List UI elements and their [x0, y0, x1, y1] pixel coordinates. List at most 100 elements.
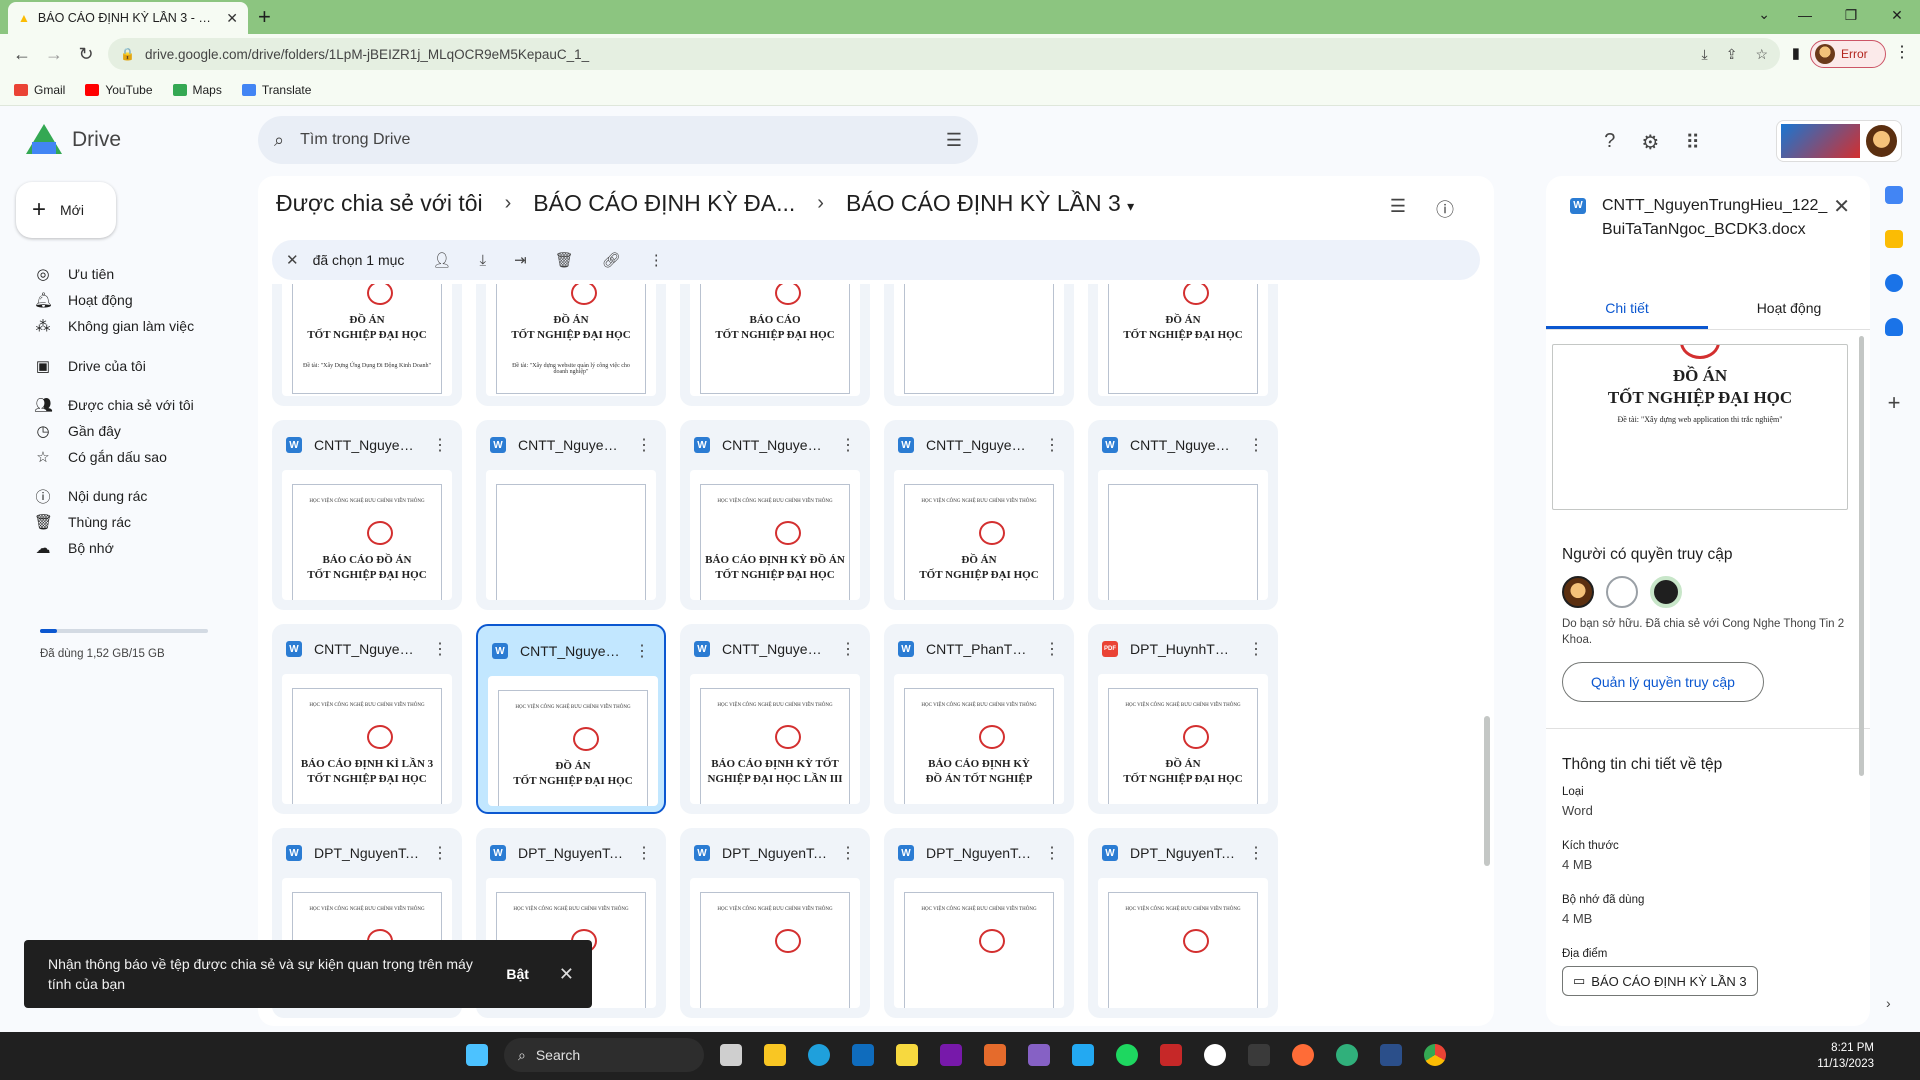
location-chip[interactable]: ▭ BÁO CÁO ĐỊNH KỲ LẦN 3	[1562, 966, 1758, 996]
edge-dev-icon[interactable]	[1330, 1038, 1364, 1072]
manage-access-button[interactable]: Quản lý quyền truy cập	[1562, 662, 1764, 702]
close-tab-icon[interactable]: ✕	[226, 10, 238, 27]
file-thumbnail[interactable]: HỌC VIỆN CÔNG NGHỆ BƯU CHÍNH VIỄN THÔNG …	[690, 470, 860, 600]
tasks-icon[interactable]	[1885, 274, 1903, 292]
file-more-icon[interactable]: ⋮	[1248, 435, 1264, 455]
apps-grid-icon[interactable]: ⠿	[1685, 130, 1700, 155]
cmd-icon[interactable]	[1374, 1038, 1408, 1072]
side-panel-icon[interactable]: ▮	[1792, 44, 1800, 62]
close-details-icon[interactable]: ✕	[1833, 194, 1850, 219]
chrome-icon[interactable]	[1418, 1038, 1452, 1072]
spotify-icon[interactable]	[1110, 1038, 1144, 1072]
taskbar-search[interactable]: ⌕ Search	[504, 1038, 704, 1072]
help-icon[interactable]: ?	[1604, 130, 1615, 155]
file-preview[interactable]: ĐỒ ÁN TỐT NGHIỆP ĐẠI HỌC Đề tài: "Xây dự…	[1552, 344, 1848, 510]
share-icon[interactable]: ⇪	[1726, 46, 1738, 63]
bookmark-youtube[interactable]: YouTube	[85, 83, 153, 97]
browser-tab[interactable]: ▲ BÁO CÁO ĐỊNH KỲ LẦN 3 - Goo ✕	[8, 2, 248, 34]
file-thumbnail[interactable]: HỌC VIỆN CÔNG NGHỆ BƯU CHÍNH VIỄN THÔNG	[894, 878, 1064, 1008]
more-actions-icon[interactable]: ⋮	[649, 251, 664, 269]
file-card[interactable]: ĐỒ ÁN TỐT NGHIỆP ĐẠI HỌC	[1088, 284, 1278, 406]
chrome-menu-icon[interactable]: ⋮	[1894, 42, 1910, 62]
file-card[interactable]: W CNTT_NguyenTru... ⋮	[1088, 420, 1278, 610]
sticky-notes-icon[interactable]	[890, 1038, 924, 1072]
file-thumbnail[interactable]	[1098, 470, 1268, 600]
search-options-icon[interactable]: ☰	[946, 130, 962, 151]
keep-icon[interactable]	[1885, 230, 1903, 248]
visual-studio-icon[interactable]	[1022, 1038, 1056, 1072]
nav-workspaces[interactable]: ⁂ Không gian làm việc	[24, 310, 244, 342]
file-explorer-icon[interactable]	[758, 1038, 792, 1072]
forward-button[interactable]: →	[38, 44, 70, 65]
info-icon[interactable]: ⓘ	[1436, 196, 1454, 222]
drive-logo[interactable]: Drive	[26, 124, 121, 156]
delete-icon[interactable]: 🗑︎	[555, 251, 574, 269]
file-card[interactable]: W CNTT_NguyenTru... ⋮ HỌC VIỆN CÔNG NGHỆ…	[476, 624, 666, 814]
file-more-icon[interactable]: ⋮	[1044, 843, 1060, 863]
tab-activity[interactable]: Hoạt động	[1708, 290, 1870, 329]
file-more-icon[interactable]: ⋮	[636, 843, 652, 863]
file-card[interactable]: W CNTT_NguyenThi... ⋮ HỌC VIỆN CÔNG NGHỆ…	[884, 420, 1074, 610]
file-more-icon[interactable]: ⋮	[432, 435, 448, 455]
file-card[interactable]: W CNTT_NguyenTru... ⋮ HỌC VIỆN CÔNG NGHỆ…	[272, 624, 462, 814]
minimize-button[interactable]: —	[1782, 0, 1828, 32]
file-card[interactable]: W DPT_NguyenTatM... ⋮ HỌC VIỆN CÔNG NGHỆ…	[1088, 828, 1278, 1018]
onenote-icon[interactable]	[934, 1038, 968, 1072]
download-icon[interactable]: ⤓	[479, 252, 486, 269]
back-button[interactable]: ←	[6, 44, 38, 65]
close-window-button[interactable]: ✕	[1874, 0, 1920, 32]
vscode-icon[interactable]	[1066, 1038, 1100, 1072]
move-to-folder-icon[interactable]: ⇥	[514, 251, 527, 269]
new-tab-button[interactable]: +	[258, 4, 271, 30]
file-thumbnail[interactable]: ĐỒ ÁN TỐT NGHIỆP ĐẠI HỌC	[1098, 284, 1268, 396]
owner-avatar[interactable]	[1562, 576, 1594, 608]
nav-starred[interactable]: ☆ Có gắn dấu sao	[24, 441, 244, 473]
file-thumbnail[interactable]	[894, 284, 1064, 396]
edge-icon[interactable]	[802, 1038, 836, 1072]
file-card[interactable]: PDF DPT_HuynhThiTu... ⋮ HỌC VIỆN CÔNG NG…	[1088, 624, 1278, 814]
file-more-icon[interactable]: ⋮	[840, 843, 856, 863]
file-more-icon[interactable]: ⋮	[634, 641, 650, 661]
file-thumbnail[interactable]: ĐỒ ÁN TỐT NGHIỆP ĐẠI HỌC Đề tài: "Xây Dự…	[282, 284, 452, 396]
xbox-icon[interactable]	[1198, 1038, 1232, 1072]
snipping-tool-icon[interactable]	[978, 1038, 1012, 1072]
account-switcher[interactable]	[1776, 120, 1902, 162]
file-more-icon[interactable]: ⋮	[432, 639, 448, 659]
game-app-icon[interactable]	[1154, 1038, 1188, 1072]
file-thumbnail[interactable]: HỌC VIỆN CÔNG NGHỆ BƯU CHÍNH VIỄN THÔNG	[1098, 878, 1268, 1008]
expand-rail-icon[interactable]: ›	[1886, 995, 1891, 1011]
reload-button[interactable]: ↻	[70, 44, 102, 65]
file-card[interactable]: W DPT_NguyenTatM... ⋮ HỌC VIỆN CÔNG NGHỆ…	[680, 828, 870, 1018]
file-thumbnail[interactable]: HỌC VIỆN CÔNG NGHỆ BƯU CHÍNH VIỄN THÔNG …	[894, 674, 1064, 804]
file-card[interactable]: W CNTT_NguyenTru... ⋮ HỌC VIỆN CÔNG NGHỆ…	[680, 624, 870, 814]
new-button[interactable]: + Mới	[16, 182, 116, 238]
bookmark-gmail[interactable]: Gmail	[14, 83, 65, 97]
file-card[interactable]: W CNTT_NguyenThi... ⋮ HỌC VIỆN CÔNG NGHỆ…	[272, 420, 462, 610]
file-card[interactable]: W CNTT_PhanThanh... ⋮ HỌC VIỆN CÔNG NGHỆ…	[884, 624, 1074, 814]
search-icon[interactable]: ⌕	[274, 130, 284, 151]
file-card[interactable]: W CNTT_NguyenThi... ⋮	[476, 420, 666, 610]
settings-gear-icon[interactable]: ⚙	[1641, 130, 1659, 155]
breadcrumb-item[interactable]: Được chia sẻ với tôi	[276, 190, 483, 217]
file-thumbnail[interactable]: HỌC VIỆN CÔNG NGHỆ BƯU CHÍNH VIỄN THÔNG …	[488, 676, 658, 806]
file-thumbnail[interactable]: HỌC VIỆN CÔNG NGHỆ BƯU CHÍNH VIỄN THÔNG	[690, 878, 860, 1008]
bookmark-star-icon[interactable]: ☆	[1755, 46, 1768, 63]
file-more-icon[interactable]: ⋮	[1248, 843, 1264, 863]
task-view-icon[interactable]	[714, 1038, 748, 1072]
bookmark-maps[interactable]: Maps	[172, 83, 222, 97]
file-more-icon[interactable]: ⋮	[1044, 435, 1060, 455]
globe-icon[interactable]	[1650, 576, 1682, 608]
file-thumbnail[interactable]	[486, 470, 656, 600]
file-thumbnail[interactable]: HỌC VIỆN CÔNG NGHỆ BƯU CHÍNH VIỄN THÔNG …	[1098, 674, 1268, 804]
address-bar[interactable]: 🔒 drive.google.com/drive/folders/1LpM-jB…	[108, 38, 1780, 70]
user-avatar[interactable]	[1606, 576, 1638, 608]
file-card[interactable]: W DPT_NguyenTatM... ⋮ HỌC VIỆN CÔNG NGHỆ…	[884, 828, 1074, 1018]
file-more-icon[interactable]: ⋮	[1248, 639, 1264, 659]
search-bar[interactable]: ⌕ Tìm trong Drive ☰	[258, 116, 978, 164]
tab-search-icon[interactable]: ⌄	[1758, 6, 1770, 23]
file-card[interactable]: ĐỒ ÁN TỐT NGHIỆP ĐẠI HỌC Đề tài: "Xây Dự…	[272, 284, 462, 406]
bookmark-translate[interactable]: Translate	[241, 83, 311, 97]
grid-scrollbar[interactable]	[1484, 716, 1490, 866]
list-view-icon[interactable]: ☰	[1390, 196, 1406, 222]
add-app-icon[interactable]: +	[1888, 390, 1901, 416]
